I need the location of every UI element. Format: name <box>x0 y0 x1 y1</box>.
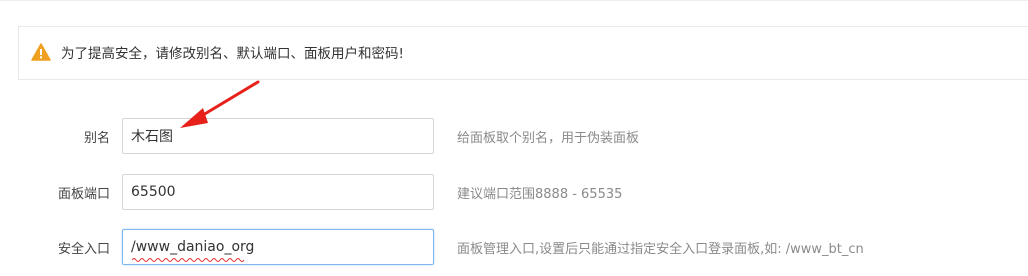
panel-port-row: 面板端口 建议端口范围8888 - 65535 <box>0 174 1028 210</box>
warning-triangle-icon <box>31 43 51 61</box>
spellcheck-underline <box>132 258 244 262</box>
security-entry-hint: 面板管理入口,设置后只能通过指定安全入口登录面板,如: /www_bt_cn <box>457 242 864 257</box>
security-warning-banner: 为了提高安全，请修改别名、默认端口、面板用户和密码! <box>18 26 1028 80</box>
panel-port-label: 面板端口 <box>57 187 110 202</box>
alias-row: 别名 给面板取个别名，用于伪装面板 <box>0 118 1028 154</box>
security-entry-row: 安全入口 面板管理入口,设置后只能通过指定安全入口登录面板,如: /www_bt… <box>0 229 1028 265</box>
warning-text: 为了提高安全，请修改别名、默认端口、面板用户和密码! <box>61 46 404 62</box>
alias-label: 别名 <box>83 131 110 146</box>
top-divider <box>0 0 1028 1</box>
security-entry-label: 安全入口 <box>57 242 110 257</box>
alias-hint: 给面板取个别名，用于伪装面板 <box>457 131 640 146</box>
panel-port-input[interactable] <box>122 174 434 210</box>
panel-port-hint: 建议端口范围8888 - 65535 <box>457 187 623 202</box>
alias-input[interactable] <box>122 118 434 154</box>
